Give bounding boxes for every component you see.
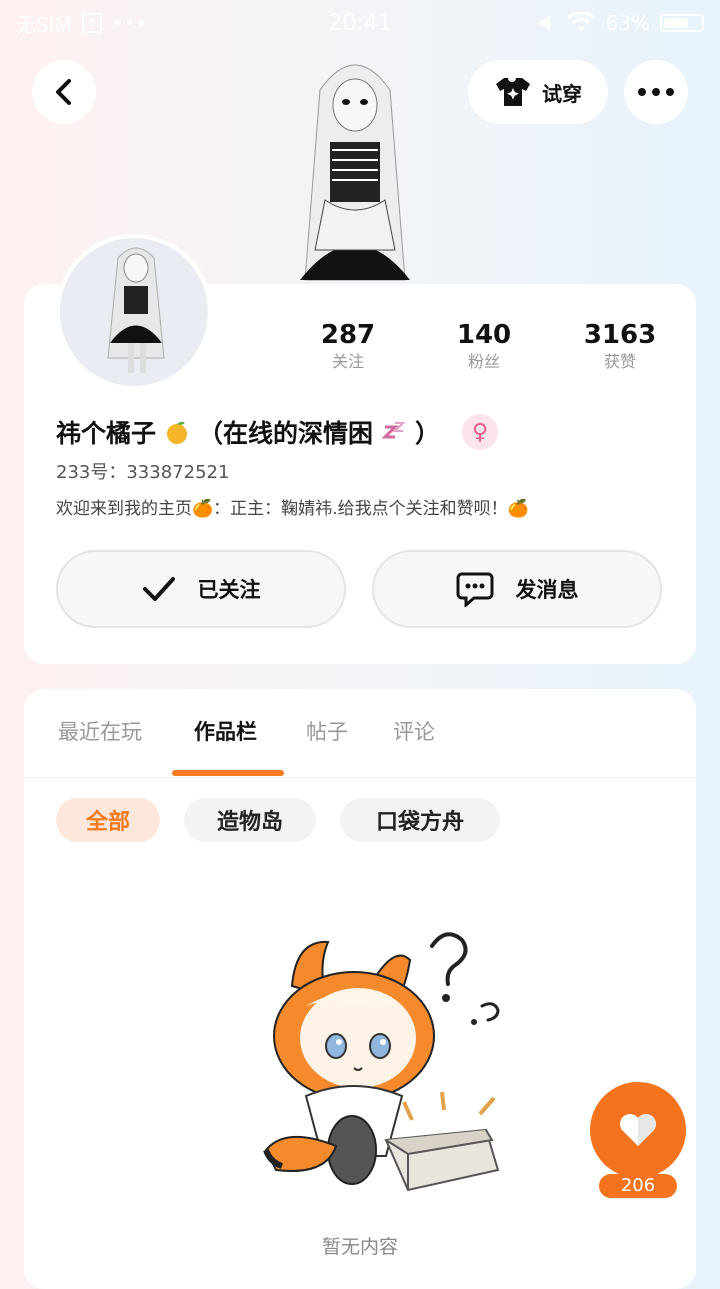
likes-label: 获赞 xyxy=(603,352,636,371)
female-icon: ♀ xyxy=(462,414,499,450)
follow-button[interactable]: 已关注 xyxy=(56,550,346,628)
zzz-emoji-icon xyxy=(381,422,406,439)
avatar-image xyxy=(107,247,165,373)
tab-works[interactable]: 作品栏 xyxy=(194,716,257,746)
stat-following[interactable]: 287 关注 xyxy=(288,318,408,372)
tshirt-sparkle-icon xyxy=(496,78,530,106)
back-button[interactable] xyxy=(32,60,96,124)
message-button[interactable]: 发消息 xyxy=(372,550,662,628)
empty-state-illustration xyxy=(263,932,500,1192)
likes-count: 3163 xyxy=(583,320,657,350)
bio: 欢迎来到我的主页🍊：正主：鞠婧祎.给我点个关注和赞呗！🍊 xyxy=(56,499,529,519)
message-label: 发消息 xyxy=(515,578,579,602)
user-id: 233号：333872521 xyxy=(56,462,230,483)
fans-label: 粉丝 xyxy=(467,352,500,371)
status-right: 63% xyxy=(538,11,704,35)
tab-indicator xyxy=(172,770,284,776)
nickname-mid: （在线的深情困 xyxy=(198,419,374,448)
checkmark-icon xyxy=(142,577,175,601)
wifi-icon xyxy=(566,12,595,32)
nickname-prefix: 祎个橘子 xyxy=(56,419,157,448)
tab-divider xyxy=(24,777,696,778)
chat-bubble-icon xyxy=(456,572,493,607)
tryon-button[interactable]: 试穿 xyxy=(468,60,608,124)
empty-state-text: 暂无内容 xyxy=(321,1236,398,1258)
status-time: 20:41 xyxy=(328,10,392,36)
more-button[interactable] xyxy=(624,60,688,124)
nickname: 祎个橘子 （在线的深情困 ） ♀ xyxy=(56,414,499,450)
following-label: 关注 xyxy=(331,352,364,371)
battery-percent: 63% xyxy=(605,11,650,35)
status-bar: 无SIM ↑ ••• 20:41 63% xyxy=(0,0,720,46)
tab-comments[interactable]: 评论 xyxy=(393,716,435,746)
battery-icon xyxy=(660,14,704,32)
tab-posts[interactable]: 帖子 xyxy=(306,716,348,746)
tryon-label: 试穿 xyxy=(542,81,582,106)
back-arrow-icon xyxy=(56,79,71,105)
sim-status: 无SIM xyxy=(16,12,72,37)
avatar-figure-image xyxy=(300,64,410,281)
status-dots: ••• xyxy=(111,11,148,35)
fans-count: 140 xyxy=(456,320,512,350)
chip-all[interactable]: 全部 xyxy=(56,798,160,842)
status-left: 无SIM ↑ ••• xyxy=(16,9,147,38)
gender-symbol: ♀ xyxy=(471,419,489,445)
following-count: 287 xyxy=(320,320,376,350)
avatar[interactable] xyxy=(56,234,212,390)
more-icon xyxy=(638,88,674,96)
chip-creation-island[interactable]: 造物岛 xyxy=(184,798,316,842)
follow-label: 已关注 xyxy=(197,578,261,602)
nickname-suffix: ） xyxy=(415,419,441,448)
tab-recently-played[interactable]: 最近在玩 xyxy=(58,716,142,746)
mute-icon xyxy=(539,15,550,31)
heart-icon xyxy=(620,1114,656,1146)
stat-likes[interactable]: 3163 获赞 xyxy=(560,318,680,372)
chip-pocket-ark[interactable]: 口袋方舟 xyxy=(340,798,500,842)
orange-emoji-icon xyxy=(167,421,188,444)
sim-card-icon: ↑ xyxy=(81,13,102,33)
like-count: 206 xyxy=(599,1174,677,1198)
stat-fans[interactable]: 140 粉丝 xyxy=(424,318,544,372)
like-button[interactable] xyxy=(590,1082,686,1178)
